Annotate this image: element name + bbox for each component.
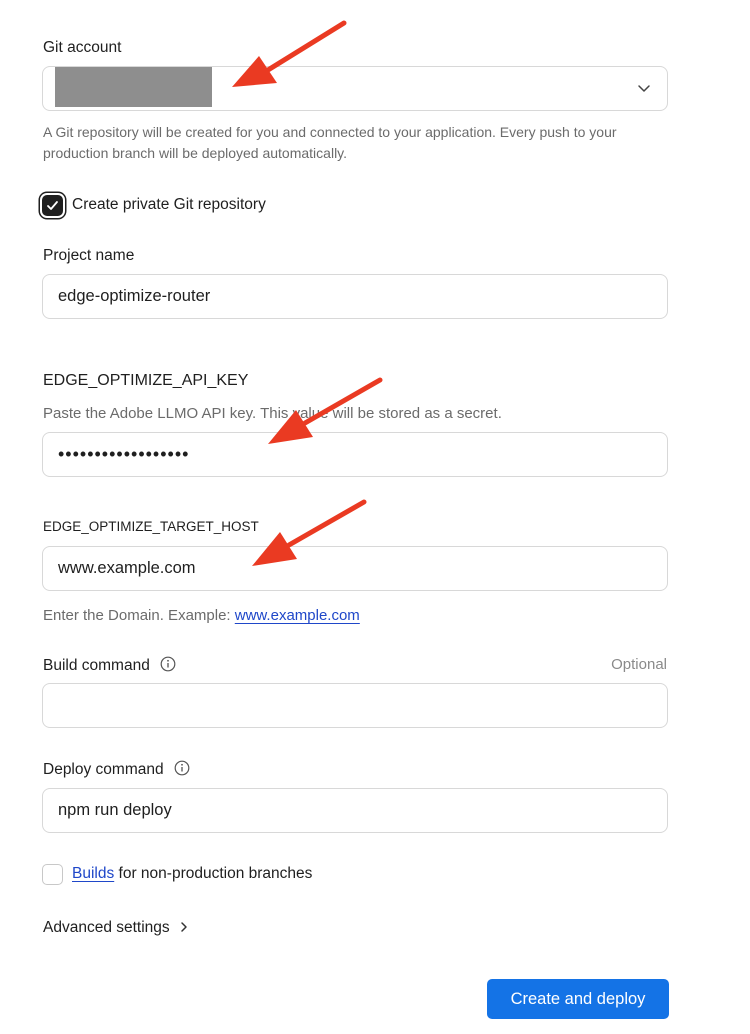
builds-nonprod-checkbox[interactable]: [42, 864, 63, 885]
api-key-help: Paste the Adobe LLMO API key. This value…: [43, 405, 502, 422]
builds-nonprod-suffix: for non-production branches: [114, 865, 313, 882]
build-command-label-group: Build command: [43, 656, 176, 675]
chevron-down-icon: [638, 85, 650, 92]
info-icon[interactable]: [160, 656, 176, 672]
info-icon[interactable]: [174, 760, 190, 776]
example-domain-link[interactable]: www.example.com: [235, 607, 360, 624]
build-command-optional: Optional: [611, 656, 667, 673]
redacted-account-block: [55, 67, 212, 107]
target-host-help: Enter the Domain. Example: www.example.c…: [43, 605, 360, 626]
deploy-command-input[interactable]: npm run deploy: [42, 788, 668, 833]
target-host-input[interactable]: www.example.com: [42, 546, 668, 591]
target-host-label: EDGE_OPTIMIZE_TARGET_HOST: [43, 519, 259, 534]
private-repo-checkbox[interactable]: [42, 195, 63, 216]
checkmark-icon: [47, 201, 58, 210]
project-name-value: edge-optimize-router: [58, 287, 211, 305]
chevron-right-icon: [181, 922, 187, 932]
target-host-help-text: Enter the Domain. Example:: [43, 607, 235, 624]
project-name-label: Project name: [43, 247, 135, 264]
project-name-input[interactable]: edge-optimize-router: [42, 274, 668, 319]
git-account-label: Git account: [43, 39, 122, 56]
target-host-value: www.example.com: [58, 559, 196, 577]
deploy-command-value: npm run deploy: [58, 801, 172, 819]
build-command-input[interactable]: [42, 683, 668, 728]
advanced-settings-toggle[interactable]: Advanced settings: [43, 919, 188, 937]
api-key-input[interactable]: ••••••••••••••••••: [42, 432, 668, 477]
builds-link[interactable]: Builds: [72, 865, 114, 882]
git-account-select[interactable]: [42, 66, 668, 111]
api-key-masked-value: ••••••••••••••••••: [58, 444, 190, 464]
private-repo-label: Create private Git repository: [72, 196, 266, 213]
deploy-command-label: Deploy command: [43, 761, 164, 778]
build-command-label: Build command: [43, 657, 150, 674]
advanced-settings-label: Advanced settings: [43, 919, 170, 936]
deploy-command-label-group: Deploy command: [43, 760, 190, 779]
builds-nonprod-label: Builds for non-production branches: [72, 865, 312, 883]
create-and-deploy-button[interactable]: Create and deploy: [487, 979, 669, 1019]
api-key-label: EDGE_OPTIMIZE_API_KEY: [43, 372, 249, 389]
git-account-help: A Git repository will be created for you…: [43, 124, 617, 161]
